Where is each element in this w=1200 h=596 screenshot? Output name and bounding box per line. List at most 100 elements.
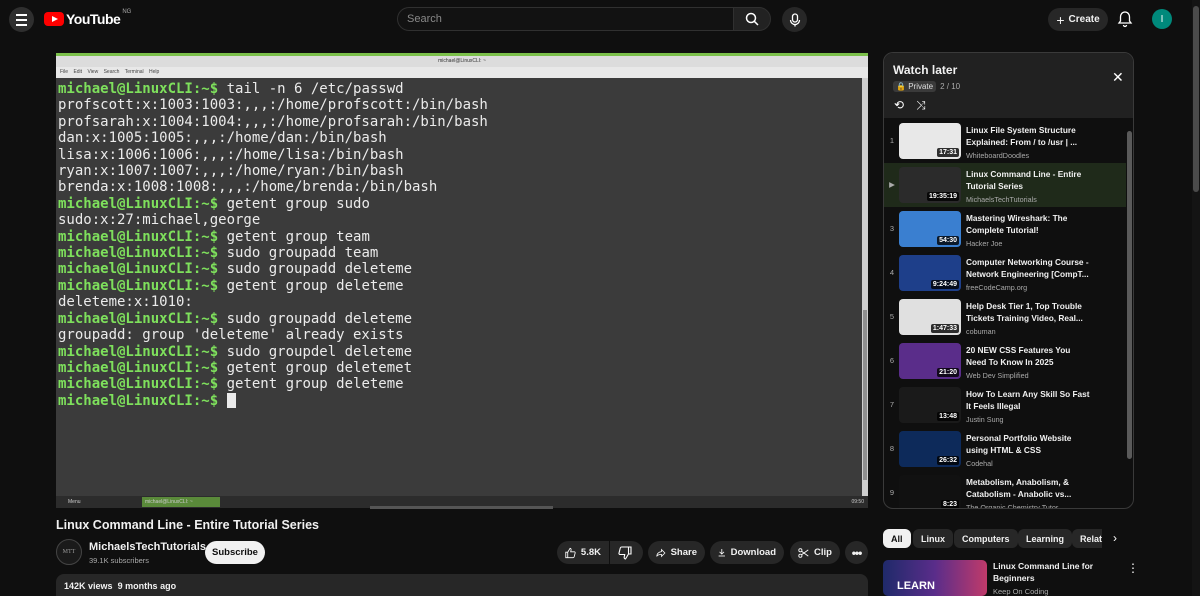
- page-scrollbar-thumb[interactable]: [1193, 6, 1199, 192]
- duration-badge: 21:20: [937, 368, 959, 377]
- playlist-item[interactable]: 6 21:20 20 NEW CSS Features You Need To Kn…: [884, 339, 1126, 383]
- terminal-line: michael@LinuxCLI:~$ getent group sudo: [58, 196, 862, 212]
- playlist-thumbnail[interactable]: 26:32: [899, 431, 961, 467]
- terminal-scrollbar: [862, 78, 868, 496]
- playlist-item-title[interactable]: Metabolism, Anabolism, & Catabolism - An…: [966, 476, 1091, 500]
- chip-learning[interactable]: Learning: [1018, 529, 1073, 548]
- chip-linux[interactable]: Linux: [913, 529, 953, 548]
- close-icon[interactable]: ✕: [1112, 69, 1124, 86]
- terminal-text: ryan:x:1007:1007:,,,:/home/ryan:/bin/bas…: [58, 163, 404, 180]
- recommended-channel[interactable]: Keep On Coding: [993, 587, 1048, 596]
- playlist-item-title[interactable]: Computer Networking Course - Network Eng…: [966, 256, 1091, 280]
- terminal-text: profsarah:x:1004:1004:,,,:/home/profsara…: [58, 113, 488, 130]
- like-button[interactable]: 5.8K: [557, 541, 609, 564]
- terminal-line: deleteme:x:1010:: [58, 294, 862, 310]
- vm-clock: 09:50: [851, 499, 864, 505]
- video-title: Linux Command Line - Entire Tutorial Ser…: [56, 518, 320, 532]
- privacy-label: Private: [908, 82, 934, 91]
- account-avatar[interactable]: I: [1152, 9, 1172, 29]
- channel-avatar[interactable]: MTT: [56, 539, 82, 565]
- duration-badge: 26:32: [937, 456, 959, 465]
- playlist-thumbnail[interactable]: 19:35:19: [899, 167, 961, 203]
- playlist-index: 4: [889, 268, 895, 277]
- playlist-title[interactable]: Watch later: [893, 63, 957, 77]
- logo-text: YouTube: [66, 11, 121, 27]
- playlist-index: 5: [889, 312, 895, 321]
- terminal-text: sudo groupadd deleteme: [218, 261, 413, 278]
- playlist-item[interactable]: 1 17:31 Linux File System Structure Explai…: [884, 119, 1126, 163]
- share-button[interactable]: Share: [648, 541, 705, 564]
- playlist-item[interactable]: ▶ 19:35:19 Linux Command Line - Entire Tut…: [884, 163, 1126, 207]
- playlist-item[interactable]: 9 8:23 Metabolism, Anabolism, & Catabolism…: [884, 471, 1126, 508]
- more-vertical-icon[interactable]: ⋮: [1127, 561, 1139, 575]
- video-player[interactable]: michael@LinuxCLI: ~ File Edit View Searc…: [56, 53, 868, 508]
- playlist-item-title[interactable]: Linux Command Line - Entire Tutorial Ser…: [966, 168, 1091, 192]
- dislike-button[interactable]: [610, 541, 643, 564]
- search-input[interactable]: Search: [397, 7, 733, 31]
- search-button[interactable]: [733, 7, 771, 31]
- terminal-line: michael@LinuxCLI:~$ getent group deletem…: [58, 278, 862, 294]
- playlist-item[interactable]: 8 26:32 Personal Portfolio Website using H…: [884, 427, 1126, 471]
- video-progress-bar[interactable]: [370, 506, 553, 509]
- download-button[interactable]: Download: [710, 541, 784, 564]
- playlist-item-title[interactable]: 20 NEW CSS Features You Need To Know In …: [966, 344, 1091, 368]
- clip-button[interactable]: Clip: [790, 541, 840, 564]
- like-count: 5.8K: [580, 547, 601, 558]
- playlist-thumbnail[interactable]: 54:30: [899, 211, 961, 247]
- playlist-thumbnail[interactable]: 9:24:49: [899, 255, 961, 291]
- playlist-item-title[interactable]: Help Desk Tier 1, Top Trouble Tickets Tr…: [966, 300, 1091, 324]
- terminal-line: michael@LinuxCLI:~$ getent group team: [58, 229, 862, 245]
- youtube-logo[interactable]: YouTube NG: [44, 9, 131, 27]
- playlist-index: 8: [889, 444, 895, 453]
- playlist-item-channel: Justin Sung: [966, 415, 1004, 424]
- recommended-video[interactable]: LEARN Linux Command Line for Beginners K…: [883, 560, 1143, 596]
- chevron-right-icon[interactable]: ›: [1113, 531, 1117, 545]
- terminal-text: getent group deleteme: [218, 376, 404, 393]
- terminal-text: getent group sudo: [218, 195, 370, 212]
- terminal-prompt: michael@LinuxCLI:~$: [58, 228, 219, 245]
- loop-icon[interactable]: ⟲: [894, 98, 904, 113]
- terminal-prompt: michael@LinuxCLI:~$: [58, 343, 219, 360]
- playlist-item-channel: Hacker Joe: [966, 239, 1003, 248]
- more-actions-button[interactable]: •••: [845, 541, 868, 564]
- playlist-item[interactable]: 5 1:47:33 Help Desk Tier 1, Top Trouble Ti…: [884, 295, 1126, 339]
- playlist-item[interactable]: 3 54:30 Mastering Wireshark: The Complete …: [884, 207, 1126, 251]
- playlist-thumbnail[interactable]: 8:23: [899, 475, 961, 508]
- watch-later-playlist: Watch later ✕ 🔒 Private 2 / 10 ⟲ ⤨ 1 17:3…: [883, 52, 1134, 509]
- playlist-item-channel: MichaelsTechTutorials: [966, 195, 1037, 204]
- chip-all[interactable]: All: [883, 529, 911, 548]
- playlist-item-title[interactable]: Mastering Wireshark: The Complete Tutori…: [966, 212, 1091, 236]
- channel-name[interactable]: MichaelsTechTutorials: [89, 541, 206, 553]
- plus-icon: +: [1056, 11, 1065, 28]
- voice-search-button[interactable]: [782, 7, 807, 32]
- recommended-thumbnail[interactable]: LEARN: [883, 560, 987, 596]
- subscribe-button[interactable]: Subscribe: [205, 541, 265, 564]
- playlist-index: 9: [889, 488, 895, 497]
- shuffle-icon[interactable]: ⤨: [916, 98, 926, 113]
- chip-related[interactable]: Relat: [1072, 529, 1102, 548]
- vm-task-terminal: michael@LinuxCLI: ~: [142, 497, 220, 507]
- terminal-line: michael@LinuxCLI:~$ sudo groupadd team: [58, 245, 862, 261]
- chip-computers[interactable]: Computers: [954, 529, 1018, 548]
- playlist-item-title[interactable]: Linux File System Structure Explained: F…: [966, 124, 1091, 148]
- create-button[interactable]: + Create: [1048, 8, 1108, 31]
- thumbs-up-icon: [565, 547, 576, 558]
- playlist-item-title[interactable]: How To Learn Any Skill So Fast It Feels …: [966, 388, 1091, 412]
- notifications-button[interactable]: [1117, 10, 1133, 33]
- terminal-line: michael@LinuxCLI:~$ getent group deletem…: [58, 360, 862, 376]
- playlist-thumbnail[interactable]: 21:20: [899, 343, 961, 379]
- playlist-scrollbar[interactable]: [1127, 123, 1132, 503]
- playlist-item[interactable]: 4 9:24:49 Computer Networking Course - Net…: [884, 251, 1126, 295]
- description-box[interactable]: 142K views 9 months ago: [56, 574, 868, 596]
- playlist-item[interactable]: 7 13:48 How To Learn Any Skill So Fast It …: [884, 383, 1126, 427]
- guide-menu-button[interactable]: [9, 7, 34, 32]
- terminal-line: michael@LinuxCLI:~$: [58, 393, 862, 409]
- duration-badge: 19:35:19: [926, 192, 959, 201]
- page-scrollbar[interactable]: [1192, 0, 1200, 596]
- playlist-thumbnail[interactable]: 1:47:33: [899, 299, 961, 335]
- playlist-thumbnail[interactable]: 13:48: [899, 387, 961, 423]
- playlist-item-title[interactable]: Personal Portfolio Website using HTML & …: [966, 432, 1091, 456]
- recommended-title[interactable]: Linux Command Line for Beginners: [993, 560, 1113, 584]
- terminal-line: groupadd: group 'deleteme' already exist…: [58, 327, 862, 343]
- playlist-thumbnail[interactable]: 17:31: [899, 123, 961, 159]
